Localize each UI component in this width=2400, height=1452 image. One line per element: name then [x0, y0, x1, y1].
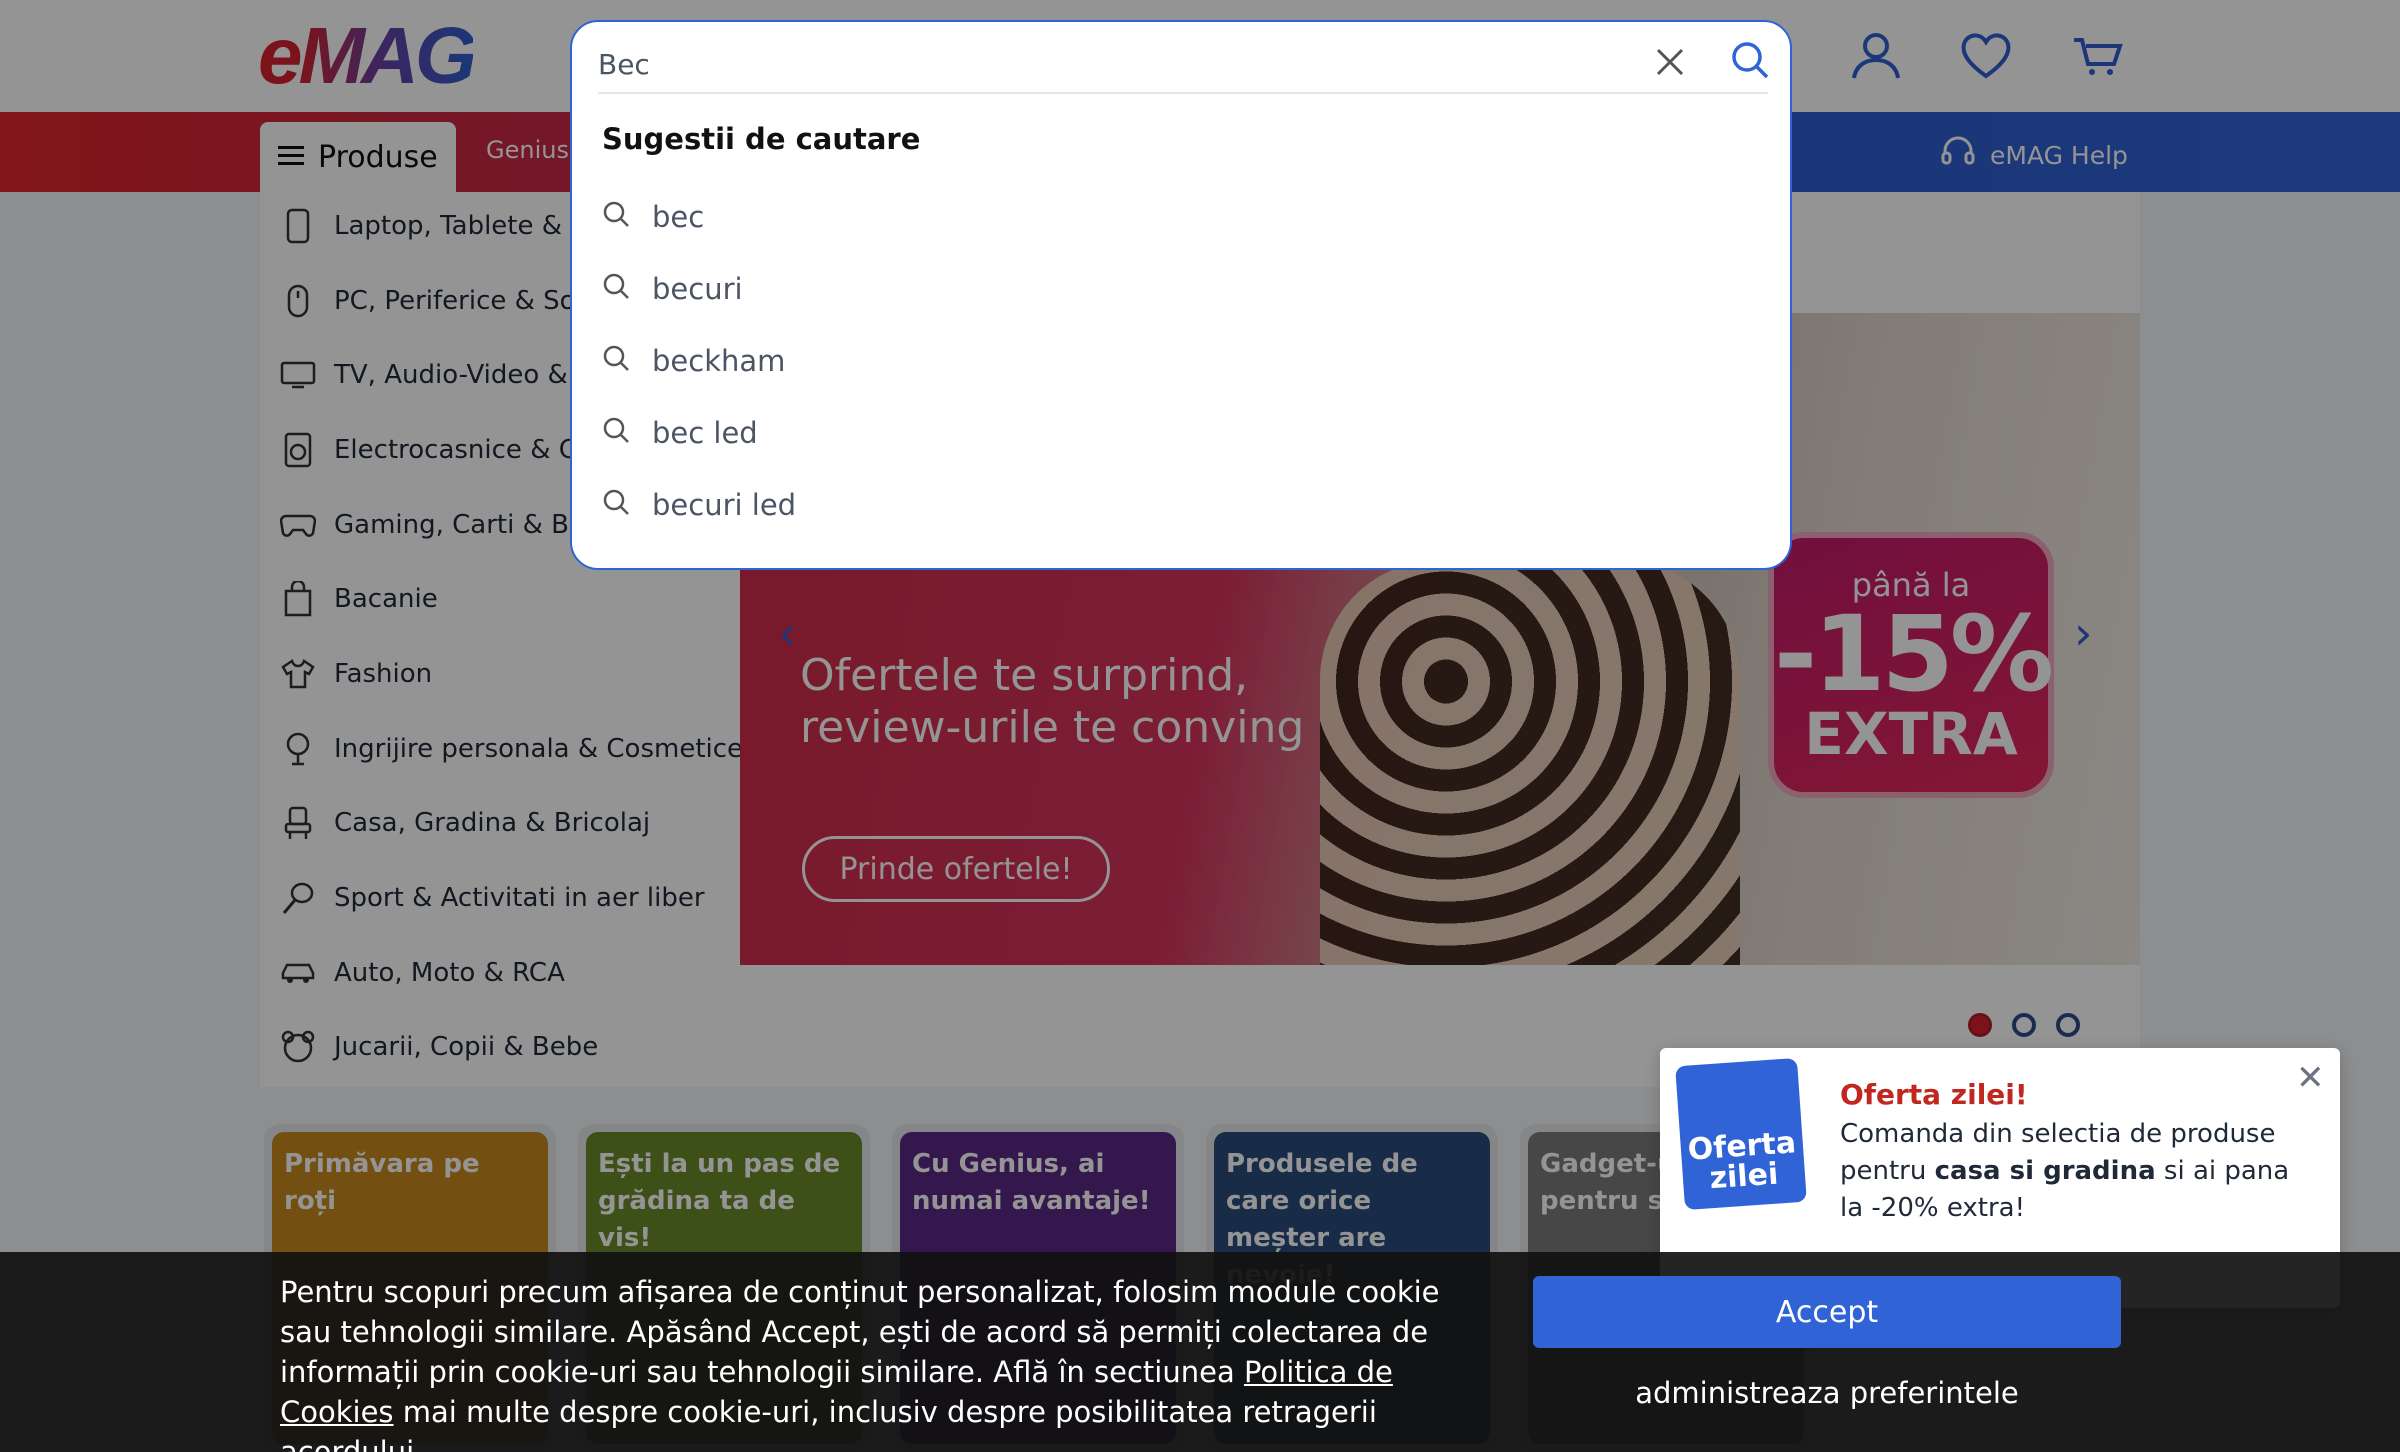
- clear-search-icon[interactable]: [1650, 42, 1690, 86]
- search-dropdown: Sugestii de cautare bec becuri beckham b…: [570, 20, 1792, 570]
- suggestion-label: bec: [652, 200, 705, 234]
- manage-preferences-link[interactable]: administreaza preferintele: [1533, 1376, 2121, 1410]
- search-icon: [602, 344, 630, 379]
- suggestion-item[interactable]: becuri: [602, 264, 743, 314]
- accept-button[interactable]: Accept: [1533, 1276, 2121, 1348]
- suggestion-label: bec led: [652, 416, 758, 450]
- search-icon: [602, 416, 630, 451]
- cookie-banner: Pentru scopuri precum afișarea de conțin…: [0, 1252, 2400, 1452]
- search-icon: [602, 272, 630, 307]
- close-icon[interactable]: ✕: [2296, 1058, 2325, 1098]
- search-icon: [602, 200, 630, 235]
- offer-text: Comanda din selectia de produse pentru c…: [1840, 1116, 2300, 1227]
- search-icon[interactable]: [1728, 38, 1772, 86]
- suggestion-item[interactable]: bec: [602, 192, 704, 242]
- search-input[interactable]: [598, 36, 1598, 92]
- suggestion-item[interactable]: becuri led: [602, 480, 796, 530]
- offer-text-bold: casa si gradina: [1934, 1156, 2156, 1186]
- cookie-text: Pentru scopuri precum afișarea de conțin…: [280, 1272, 1460, 1452]
- suggestion-label: becuri led: [652, 488, 797, 522]
- offer-title: Oferta zilei!: [1840, 1078, 2028, 1111]
- suggestion-label: beckham: [652, 344, 786, 378]
- suggestion-item[interactable]: bec led: [602, 408, 758, 458]
- suggestion-item[interactable]: beckham: [602, 336, 785, 386]
- suggestions-title: Sugestii de cautare: [602, 122, 921, 156]
- search-icon: [602, 488, 630, 523]
- offer-badge-icon: Oferta zilei: [1675, 1057, 1807, 1211]
- suggestion-label: becuri: [652, 272, 743, 306]
- search-divider: [598, 92, 1768, 94]
- cookie-text-part: mai multe despre cookie-uri, inclusiv de…: [280, 1395, 1377, 1452]
